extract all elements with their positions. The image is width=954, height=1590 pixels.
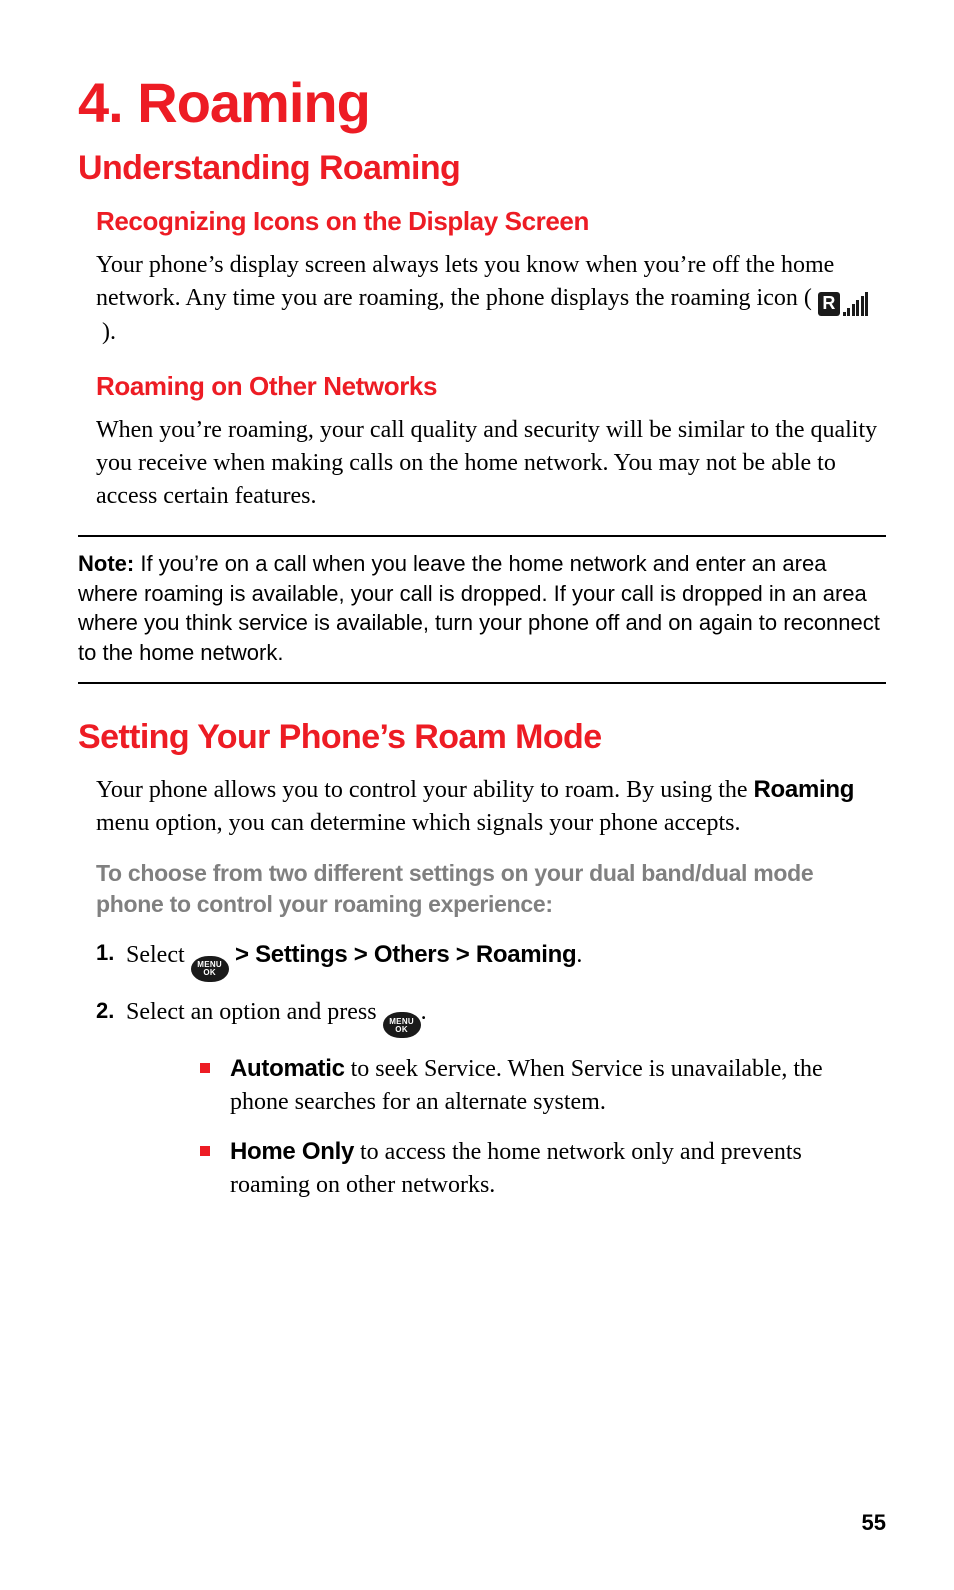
note-box: Note: If you’re on a call when you leave… (78, 535, 886, 684)
signal-bars-icon (843, 292, 869, 316)
section-setting-roam-mode: Setting Your Phone’s Roam Mode (78, 718, 886, 757)
step-2: Select an option and press MENUOK. Autom… (96, 996, 886, 1203)
section-understanding-roaming: Understanding Roaming (78, 149, 886, 188)
options-list: Automatic to seek Service. When Service … (200, 1052, 886, 1202)
page-number: 55 (862, 1510, 886, 1536)
subsection-roaming-other-networks: Roaming on Other Networks (96, 371, 886, 402)
steps-list: Select MENUOK > Settings > Others > Roam… (96, 938, 886, 1202)
chapter-name: Roaming (137, 71, 370, 134)
menu-ok-icon: MENUOK (383, 1012, 421, 1038)
paragraph-roam-mode-intro: Your phone allows you to control your ab… (96, 773, 880, 840)
text-before-icon: Your phone’s display screen always lets … (96, 252, 834, 311)
chapter-number: 4. (78, 71, 123, 134)
paragraph-roaming-other-networks: When you’re roaming, your call quality a… (96, 414, 880, 513)
note-label: Note: (78, 551, 134, 576)
roaming-icon: R (818, 292, 869, 316)
paragraph-recognizing-icons: Your phone’s display screen always lets … (96, 249, 880, 349)
option-automatic: Automatic to seek Service. When Service … (200, 1052, 886, 1119)
roaming-menu-bold: Roaming (754, 776, 855, 803)
instruction-lead: To choose from two different settings on… (96, 858, 880, 920)
option-home-only: Home Only to access the home network onl… (200, 1135, 886, 1202)
menu-ok-icon: MENUOK (191, 956, 229, 982)
roaming-r-box-icon: R (818, 292, 840, 316)
chapter-title: 4. Roaming (78, 70, 886, 135)
note-text: If you’re on a call when you leave the h… (78, 551, 880, 665)
text-after-icon: ). (96, 319, 116, 345)
step-1-path: > Settings > Others > Roaming (229, 941, 577, 968)
subsection-recognizing-icons: Recognizing Icons on the Display Screen (96, 206, 886, 237)
step-1: Select MENUOK > Settings > Others > Roam… (96, 938, 886, 982)
